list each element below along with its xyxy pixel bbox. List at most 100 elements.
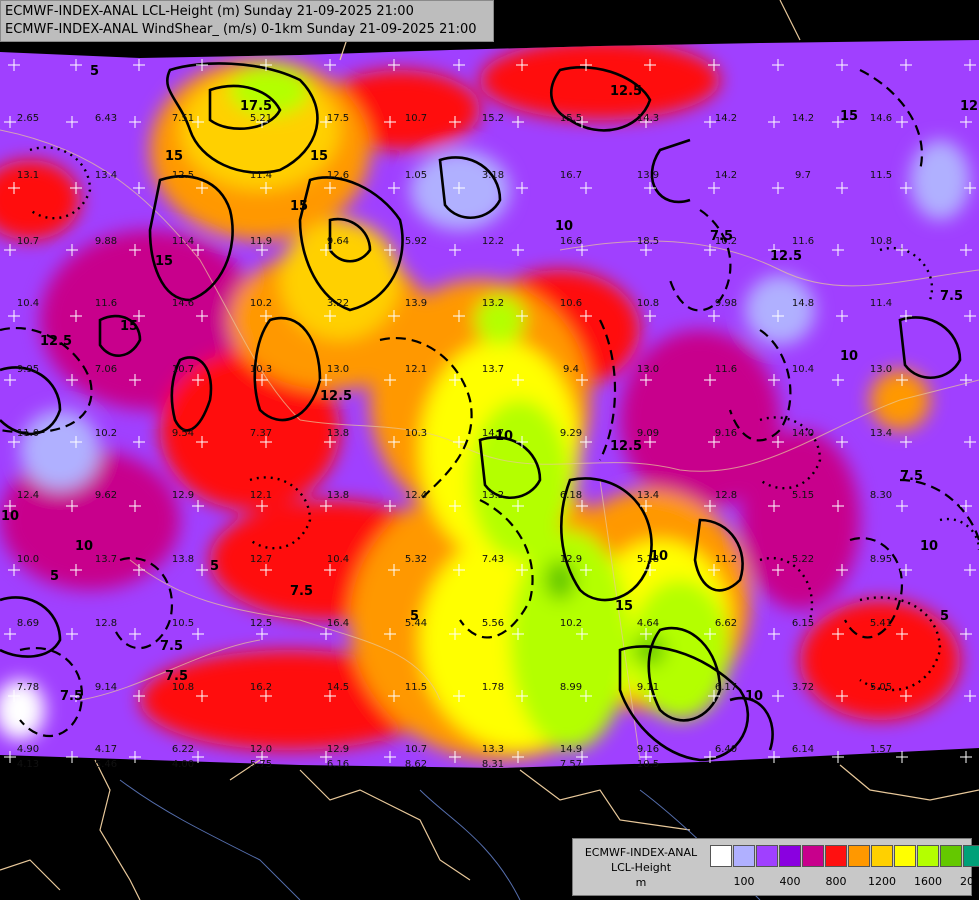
station-value: 11.0	[17, 428, 39, 439]
station-value: 9.88	[95, 236, 117, 247]
station-value: 6.43	[95, 113, 117, 124]
station-value: 12.5	[172, 170, 194, 181]
station-value: 12.9	[560, 554, 582, 565]
legend-swatch	[779, 845, 801, 867]
station-value: 11.6	[792, 236, 814, 247]
contour-label: 5	[90, 64, 99, 79]
station-value: 1.05	[405, 170, 427, 181]
station-value: 12.4	[405, 490, 427, 501]
station-value: 7.51	[172, 113, 194, 124]
station-value: 7.37	[250, 428, 272, 439]
station-value: 11.4	[250, 170, 272, 181]
station-value: 14.6	[870, 113, 892, 124]
station-value: 3.18	[482, 170, 504, 181]
station-value: 9.98	[715, 298, 737, 309]
station-value: 13.4	[870, 428, 892, 439]
station-value: 6.17	[715, 682, 737, 693]
station-value: 10.5	[637, 759, 659, 770]
station-value: 12.5	[250, 618, 272, 629]
station-value: 10.8	[637, 298, 659, 309]
station-value: 10.2	[95, 428, 117, 439]
station-value: 16.7	[560, 170, 582, 181]
station-value: 13.0	[637, 364, 659, 375]
legend-swatch	[963, 845, 979, 867]
station-value: 13.8	[327, 490, 349, 501]
station-value: 12.4	[17, 490, 39, 501]
title-windshear: ECMWF-INDEX-ANAL WindShear_ (m/s) 0-1km …	[5, 22, 477, 37]
station-value: 18.5	[637, 236, 659, 247]
station-value: 13.2	[482, 298, 504, 309]
station-value: 7.57	[560, 759, 582, 770]
station-value: 6.18	[560, 490, 582, 501]
station-value: 8.95	[870, 554, 892, 565]
station-value: 5.22	[792, 554, 814, 565]
weather-map: 2.65 6.43 7.51 5.21 17.5 10.7 15.2 15.5 14.3 14.2…	[0, 0, 979, 900]
station-value: 5.75	[250, 759, 272, 770]
station-value: 10.4	[17, 298, 39, 309]
station-value: 16.6	[560, 236, 582, 247]
station-value: 10.7	[17, 236, 39, 247]
station-value: 10.0	[17, 554, 39, 565]
station-value: 15.2	[482, 113, 504, 124]
station-value: 11.9	[250, 236, 272, 247]
contour-label: 15	[840, 109, 858, 124]
contour-label: 5	[940, 609, 949, 624]
station-value: 10.8	[870, 236, 892, 247]
station-value: 12.1	[405, 364, 427, 375]
station-value: 14.2	[792, 113, 814, 124]
legend-tick-label: 100	[733, 875, 755, 888]
contour-label: 17.5	[240, 99, 272, 114]
station-value: 13.9	[637, 170, 659, 181]
station-value: 13.9	[405, 298, 427, 309]
contour-label: 15	[165, 149, 183, 164]
contour-label: 12.5	[40, 334, 72, 349]
station-value: 5.15	[792, 490, 814, 501]
station-value: 5.41	[870, 618, 892, 629]
legend-tick-label: 2000	[960, 875, 979, 888]
station-value: 17.5	[327, 113, 349, 124]
station-value: 6.15	[792, 618, 814, 629]
station-value: 13.7	[95, 554, 117, 565]
station-value: 10.3	[250, 364, 272, 375]
station-value: 10.7	[405, 113, 427, 124]
station-value: 12.9	[172, 490, 194, 501]
station-value: 6.62	[715, 618, 737, 629]
contour-label: 5	[50, 569, 59, 584]
legend-tick-label: 1600	[914, 875, 942, 888]
contour-label: 7.5	[940, 289, 963, 304]
station-value: 5.05	[870, 682, 892, 693]
legend-caption: ECMWF-INDEX-ANAL LCL-Height m	[577, 845, 705, 890]
station-value: 8.31	[482, 759, 504, 770]
station-value: 5.21	[250, 113, 272, 124]
station-value: 13.4	[637, 490, 659, 501]
station-value: 9.4	[563, 364, 579, 375]
color-legend: ECMWF-INDEX-ANAL LCL-Height m 100 400 800 1…	[572, 838, 979, 896]
station-value: 1.78	[482, 682, 504, 693]
station-value: 7.06	[95, 364, 117, 375]
contour-label: 12.5	[320, 389, 352, 404]
station-value: 11.4	[870, 298, 892, 309]
legend-swatch	[710, 845, 732, 867]
contour-label: 7.5	[900, 469, 923, 484]
station-value: 4.64	[637, 618, 659, 629]
contour-label: 10	[555, 219, 573, 234]
station-value: 9.11	[637, 682, 659, 693]
contour-label: 15	[120, 319, 138, 334]
station-value: 11.6	[715, 364, 737, 375]
legend-tick-label: 400	[779, 875, 801, 888]
station-value: 11.5	[870, 170, 892, 181]
station-value: 12.8	[95, 618, 117, 629]
contour-label: 15	[290, 199, 308, 214]
station-value: 15.5	[560, 113, 582, 124]
station-value: 13.8	[172, 554, 194, 565]
station-value: 12.7	[250, 554, 272, 565]
station-value: 13.0	[327, 364, 349, 375]
station-value: 13.2	[482, 490, 504, 501]
legend-ticks: 100 400 800 1200 1600 2000	[710, 875, 979, 891]
legend-field: LCL-Height	[610, 861, 672, 874]
station-value: 12.0	[250, 744, 272, 755]
station-value: 13.0	[870, 364, 892, 375]
legend-swatch	[871, 845, 893, 867]
station-value: 8.62	[405, 759, 427, 770]
legend-swatch	[733, 845, 755, 867]
